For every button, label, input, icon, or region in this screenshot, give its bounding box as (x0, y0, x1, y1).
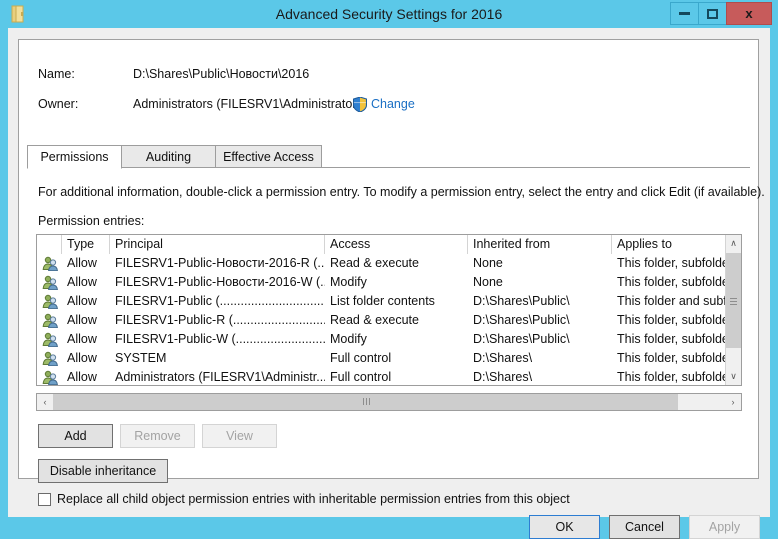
cell-applies-to: This folder, subfolders a (612, 330, 727, 349)
remove-button: Remove (120, 424, 195, 448)
tab-auditing[interactable]: Auditing (121, 145, 216, 168)
tab-effective-access[interactable]: Effective Access (215, 145, 322, 168)
cell-principal: FILESRV1-Public-W (.....................… (110, 330, 325, 349)
cell-principal: FILESRV1-Public-Новости-2016-W (... (110, 273, 325, 292)
vertical-scrollbar[interactable]: ∧ ∨ (725, 235, 741, 385)
cell-inherited-from: D:\Shares\Public\ (468, 311, 612, 330)
cell-inherited-from: D:\Shares\Public\ (468, 330, 612, 349)
scroll-up-arrow-icon[interactable]: ∧ (726, 235, 741, 252)
cell-applies-to: This folder, subfolders a (612, 254, 727, 273)
users-icon (42, 313, 58, 328)
cell-principal: FILESRV1-Public (.......................… (110, 292, 325, 311)
window-title: Advanced Security Settings for 2016 (0, 0, 778, 28)
ok-button[interactable]: OK (529, 515, 600, 539)
horizontal-scrollbar[interactable]: ‹ › (36, 393, 742, 411)
scroll-right-arrow-icon[interactable]: › (725, 394, 741, 410)
table-row[interactable]: AllowFILESRV1-Public-R (................… (37, 311, 727, 330)
cancel-button[interactable]: Cancel (609, 515, 680, 539)
add-button[interactable]: Add (38, 424, 113, 448)
tab-strip: Permissions Auditing Effective Access (27, 145, 750, 168)
cell-type: Allow (62, 368, 110, 386)
scroll-left-arrow-icon[interactable]: ‹ (37, 394, 53, 410)
users-icon (42, 370, 58, 385)
replace-child-permissions-row[interactable]: Replace all child object permission entr… (38, 492, 570, 506)
column-header-applies-to[interactable]: Applies to (612, 235, 727, 254)
cell-principal: FILESRV1-Public-R (.....................… (110, 311, 325, 330)
cell-inherited-from: D:\Shares\ (468, 349, 612, 368)
users-icon (42, 332, 58, 347)
table-row[interactable]: AllowSYSTEMFull controlD:\Shares\This fo… (37, 349, 727, 368)
owner-label: Owner: (38, 97, 78, 111)
uac-shield-icon (353, 97, 367, 112)
replace-child-permissions-label: Replace all child object permission entr… (57, 492, 570, 506)
table-row[interactable]: AllowFILESRV1-Public-Новости-2016-W (...… (37, 273, 727, 292)
table-row[interactable]: AllowFILESRV1-Public-Новости-2016-R (...… (37, 254, 727, 273)
cell-access: Read & execute (325, 311, 468, 330)
permission-entries-label: Permission entries: (38, 214, 144, 228)
cell-applies-to: This folder, subfolders a (612, 273, 727, 292)
cell-inherited-from: D:\Shares\Public\ (468, 292, 612, 311)
column-header-principal[interactable]: Principal (110, 235, 325, 254)
users-icon (42, 294, 58, 309)
info-text: For additional information, double-click… (38, 185, 765, 199)
minimize-button[interactable] (670, 2, 699, 25)
table-row[interactable]: AllowFILESRV1-Public-W (................… (37, 330, 727, 349)
cell-applies-to: This folder, subfolders a (612, 349, 727, 368)
cell-type: Allow (62, 349, 110, 368)
cell-principal: Administrators (FILESRV1\Administr... (110, 368, 325, 386)
horizontal-scrollbar-thumb[interactable] (53, 394, 678, 410)
cell-access: Full control (325, 349, 468, 368)
list-header: Type Principal Access Inherited from App… (37, 235, 742, 254)
window-controls: x (671, 2, 772, 26)
cell-applies-to: This folder, subfolders a (612, 311, 727, 330)
list-rows: AllowFILESRV1-Public-Новости-2016-R (...… (37, 254, 727, 386)
cell-principal: FILESRV1-Public-Новости-2016-R (... (110, 254, 325, 273)
users-icon (42, 256, 58, 271)
vertical-scrollbar-thumb[interactable] (726, 253, 741, 348)
column-header-type[interactable]: Type (62, 235, 110, 254)
owner-value: Administrators (FILESRV1\Administrators) (133, 97, 367, 111)
close-button[interactable]: x (726, 2, 772, 25)
column-header-inherited-from[interactable]: Inherited from (468, 235, 612, 254)
column-header-icon[interactable] (37, 235, 62, 254)
advanced-security-settings-window: Advanced Security Settings for 2016 x Na… (0, 0, 778, 525)
disable-inheritance-button[interactable]: Disable inheritance (38, 459, 168, 483)
cell-applies-to: This folder, subfolders a (612, 368, 727, 386)
minimize-icon (679, 12, 690, 15)
table-row[interactable]: AllowFILESRV1-Public (..................… (37, 292, 727, 311)
content-panel: Name: D:\Shares\Public\Новости\2016 Owne… (18, 39, 759, 479)
cell-principal: SYSTEM (110, 349, 325, 368)
cell-access: Full control (325, 368, 468, 386)
cell-inherited-from: D:\Shares\ (468, 368, 612, 386)
name-label: Name: (38, 67, 75, 81)
table-row[interactable]: AllowAdministrators (FILESRV1\Administr.… (37, 368, 727, 386)
replace-child-permissions-checkbox[interactable] (38, 493, 51, 506)
permission-entries-list[interactable]: Type Principal Access Inherited from App… (36, 234, 742, 386)
cell-applies-to: This folder and subfolde (612, 292, 727, 311)
cell-type: Allow (62, 311, 110, 330)
dialog-body: Name: D:\Shares\Public\Новости\2016 Owne… (8, 28, 770, 517)
users-icon (42, 351, 58, 366)
cell-type: Allow (62, 254, 110, 273)
cell-access: List folder contents (325, 292, 468, 311)
cell-type: Allow (62, 292, 110, 311)
users-icon (42, 275, 58, 290)
cell-access: Modify (325, 330, 468, 349)
maximize-icon (707, 9, 718, 19)
view-button: View (202, 424, 277, 448)
cell-access: Modify (325, 273, 468, 292)
column-header-access[interactable]: Access (325, 235, 468, 254)
change-owner-link[interactable]: Change (371, 97, 415, 111)
cell-type: Allow (62, 330, 110, 349)
scroll-down-arrow-icon[interactable]: ∨ (726, 368, 741, 385)
maximize-button[interactable] (698, 2, 727, 25)
apply-button: Apply (689, 515, 760, 539)
cell-inherited-from: None (468, 273, 612, 292)
name-value: D:\Shares\Public\Новости\2016 (133, 67, 309, 81)
cell-inherited-from: None (468, 254, 612, 273)
cell-type: Allow (62, 273, 110, 292)
title-bar: Advanced Security Settings for 2016 x (0, 0, 778, 28)
cell-access: Read & execute (325, 254, 468, 273)
tab-permissions[interactable]: Permissions (27, 145, 122, 169)
